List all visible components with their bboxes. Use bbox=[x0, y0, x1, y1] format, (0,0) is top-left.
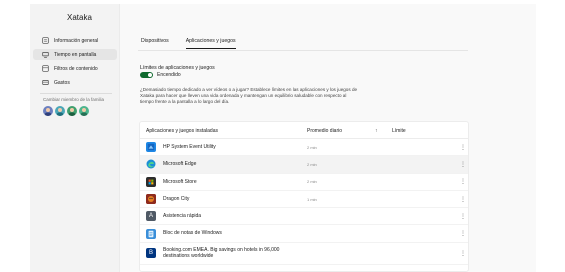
sidebar-item-label: Filtros de contenido bbox=[54, 65, 98, 72]
table-row[interactable]: Dragon City 1 min ⋮ bbox=[140, 191, 468, 209]
sidebar-item-tiempo-en-pantalla[interactable]: Tiempo en pantalla bbox=[33, 49, 117, 60]
sidebar: Xataka Información general Tiempo en pan… bbox=[30, 4, 119, 272]
app-name: Microsoft Edge bbox=[163, 161, 197, 168]
limits-toggle[interactable] bbox=[140, 72, 153, 78]
tab-dispositivos[interactable]: Dispositivos bbox=[141, 38, 169, 47]
app-title: Xataka bbox=[67, 13, 92, 22]
sidebar-item-informacion-general[interactable]: Información general bbox=[33, 35, 117, 46]
family-members bbox=[43, 106, 89, 116]
edge-icon bbox=[146, 159, 156, 169]
tab-underline bbox=[138, 50, 468, 51]
limits-title: Límites de aplicaciones y juegos bbox=[140, 65, 215, 71]
hp-app-icon bbox=[146, 142, 156, 153]
more-options-icon[interactable]: ⋮ bbox=[460, 196, 466, 203]
more-options-icon[interactable]: ⋮ bbox=[460, 230, 466, 237]
spending-icon bbox=[41, 79, 49, 87]
sidebar-item-label: Gastos bbox=[54, 79, 70, 86]
more-options-icon[interactable]: ⋮ bbox=[460, 213, 466, 220]
avatar[interactable] bbox=[67, 106, 77, 116]
more-options-icon[interactable]: ⋮ bbox=[460, 161, 466, 168]
avatar[interactable] bbox=[43, 106, 53, 116]
info-icon bbox=[41, 37, 49, 45]
sort-arrow-icon[interactable]: ↑ bbox=[375, 128, 378, 134]
app-name: Dragon City bbox=[163, 195, 190, 202]
table-row[interactable]: HP System Event Utility 2 min ⋮ bbox=[140, 139, 468, 157]
table-row[interactable]: A Asistencia rápida ⋮ bbox=[140, 208, 468, 226]
sidebar-item-label: Tiempo en pantalla bbox=[54, 51, 97, 58]
avatar[interactable] bbox=[55, 106, 65, 116]
toggle-state-label: Encendido bbox=[157, 72, 181, 78]
notepad-icon bbox=[146, 228, 156, 239]
app-average: 1 min bbox=[307, 196, 317, 202]
tab-aplicaciones-y-juegos[interactable]: Aplicaciones y juegos bbox=[185, 38, 236, 49]
table-header: Aplicaciones y juegos instaladas Promedi… bbox=[140, 122, 468, 139]
change-family-member-label: Cambiar miembro de la familia bbox=[43, 97, 105, 102]
limits-description: ¿Demasiado tiempo dedicado a ver vídeos … bbox=[140, 87, 358, 105]
avatar[interactable] bbox=[79, 106, 89, 116]
main-content: Dispositivos Aplicaciones y juegos Límit… bbox=[119, 4, 536, 272]
family-safety-window: Xataka Información general Tiempo en pan… bbox=[30, 4, 536, 272]
column-header-app[interactable]: Aplicaciones y juegos instaladas bbox=[146, 128, 218, 134]
screen-time-icon bbox=[41, 51, 49, 59]
more-options-icon[interactable]: ⋮ bbox=[460, 250, 466, 257]
app-average: 2 min bbox=[307, 179, 317, 185]
table-row[interactable]: B Booking.com EMEA. Big savings on hotel… bbox=[140, 243, 468, 265]
table-row[interactable]: Microsoft Edge 2 min ⋮ bbox=[140, 156, 468, 174]
column-header-avg[interactable]: Promedio diario bbox=[307, 128, 342, 134]
booking-glyph: B bbox=[148, 250, 153, 257]
quick-assist-glyph: A bbox=[148, 213, 153, 220]
app-name: Bloc de notas de Windows bbox=[163, 230, 222, 237]
store-icon bbox=[146, 176, 156, 187]
limits-toggle-row: Encendido bbox=[140, 72, 181, 78]
app-average: 2 min bbox=[307, 144, 317, 150]
column-header-limit[interactable]: Límite bbox=[392, 128, 406, 134]
app-name: Asistencia rápida bbox=[163, 213, 202, 220]
sidebar-item-gastos[interactable]: Gastos bbox=[33, 77, 117, 88]
sidebar-divider bbox=[40, 93, 112, 94]
more-options-icon[interactable]: ⋮ bbox=[460, 178, 466, 185]
table-row[interactable]: Microsoft Store 2 min ⋮ bbox=[140, 174, 468, 191]
more-options-icon[interactable]: ⋮ bbox=[460, 144, 466, 151]
app-average: 2 min bbox=[307, 161, 317, 167]
quick-assist-icon: A bbox=[146, 211, 156, 222]
content-filter-icon bbox=[41, 65, 49, 73]
app-name: HP System Event Utility bbox=[163, 143, 216, 150]
table-row[interactable]: Bloc de notas de Windows ⋮ bbox=[140, 225, 468, 243]
app-name: Microsoft Store bbox=[163, 178, 197, 185]
sidebar-item-label: Información general bbox=[54, 37, 99, 44]
sidebar-item-filtros-de-contenido[interactable]: Filtros de contenido bbox=[33, 63, 117, 74]
apps-table: Aplicaciones y juegos instaladas Promedi… bbox=[139, 121, 469, 272]
dragon-city-icon bbox=[146, 194, 156, 205]
app-name: Booking.com EMEA. Big savings on hotels … bbox=[163, 246, 280, 260]
tab-bar: Dispositivos Aplicaciones y juegos bbox=[141, 38, 236, 49]
booking-icon: B bbox=[146, 248, 156, 259]
